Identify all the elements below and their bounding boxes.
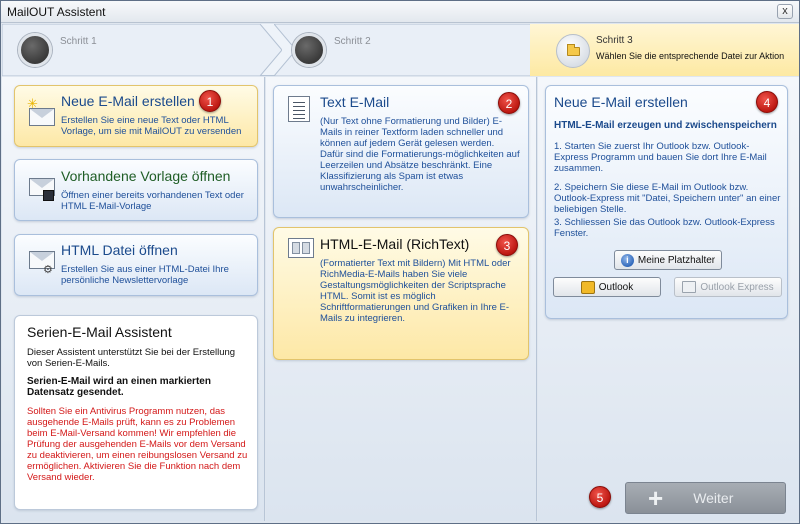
title-bar: MailOUT Assistent x	[1, 1, 799, 23]
badge-4: 4	[756, 91, 778, 113]
info-box: Serien-E-Mail Assistent Dieser Assistent…	[14, 315, 258, 510]
info-box-emphasis: Serien-E-Mail wird an einen markierten D…	[27, 376, 211, 398]
instructions-title: Neue E-Mail erstellen	[554, 94, 688, 110]
step-3-label: Schritt 3	[596, 35, 633, 46]
card-open-html[interactable]: ⚙ HTML Datei öffnen Erstellen Sie aus ei…	[14, 234, 258, 296]
instructions-step-2: 2. Speichern Sie diese E-Mail im Outlook…	[554, 182, 781, 215]
step-2: Schritt 2	[274, 24, 552, 76]
info-box-warning: Sollten Sie ein Antivirus Programm nutze…	[27, 406, 248, 483]
next-button-label: Weiter	[693, 490, 734, 506]
instructions-subtitle: HTML-E-Mail erzeugen und zwischenspeiche…	[554, 120, 777, 131]
folder-icon	[556, 34, 590, 68]
sparkle-icon: ✳	[27, 96, 38, 111]
instructions-step-1: 1. Starten Sie zuerst Ihr Outlook bzw. O…	[554, 141, 767, 174]
badge-3: 3	[496, 234, 518, 256]
step-2-circle-icon	[292, 33, 326, 67]
outlook-button-label: Outlook	[598, 281, 634, 293]
plus-icon: +	[648, 483, 664, 513]
info-box-text: Dieser Assistent unterstützt Sie bei der…	[27, 347, 236, 369]
info-box-title: Serien-E-Mail Assistent	[27, 324, 172, 340]
card-text-email-description: (Nur Text ohne Formatierung und Bilder) …	[320, 116, 520, 193]
card-html-email-title: HTML-E-Mail (RichText)	[320, 236, 470, 252]
step-3: Schritt 3 Wählen Sie die entsprechende D…	[530, 24, 799, 76]
badge-2: 2	[498, 92, 520, 114]
outlook-express-button[interactable]: Outlook Express	[674, 277, 782, 297]
placeholder-button[interactable]: i Meine Platzhalter	[614, 250, 722, 270]
badge-1: 1	[199, 90, 221, 112]
close-button[interactable]: x	[777, 4, 793, 19]
next-button[interactable]: + Weiter	[625, 482, 786, 514]
wizard-window: MailOUT Assistent x Schritt 1 Schritt 2 …	[0, 0, 800, 524]
placeholder-button-label: Meine Platzhalter	[637, 254, 716, 266]
outlook-icon	[580, 280, 595, 294]
card-html-email[interactable]: HTML-E-Mail (RichText) (Formatierter Tex…	[273, 227, 529, 360]
card-open-template[interactable]: Vorhandene Vorlage öffnen Öffnen einer b…	[14, 159, 258, 221]
card-open-template-description: Öffnen einer bereits vorhandenen Text od…	[61, 190, 244, 212]
card-html-email-description: (Formatierter Text mit Bildern) Mit HTML…	[320, 258, 511, 324]
card-text-email-title: Text E-Mail	[320, 94, 390, 110]
column-format: Text E-Mail (Nur Text ohne Formatierung …	[266, 77, 537, 521]
outlook-express-button-label: Outlook Express	[700, 281, 774, 293]
window-title: MailOUT Assistent	[7, 4, 106, 19]
step-1: Schritt 1	[2, 24, 282, 76]
html-document-icon	[288, 238, 314, 258]
card-text-email[interactable]: Text E-Mail (Nur Text ohne Formatierung …	[273, 85, 529, 218]
wizard-steps: Schritt 1 Schritt 2 Schritt 3 Wählen Sie…	[2, 24, 799, 76]
card-new-email-title: Neue E-Mail erstellen	[61, 93, 195, 109]
step-1-circle-icon	[18, 33, 52, 67]
card-open-template-title: Vorhandene Vorlage öffnen	[61, 168, 231, 184]
document-icon	[288, 96, 310, 122]
gear-icon: ⚙	[43, 264, 53, 276]
column-actions: ✳ Neue E-Mail erstellen Erstellen Sie ei…	[2, 77, 265, 521]
badge-5: 5	[589, 486, 611, 508]
card-open-html-title: HTML Datei öffnen	[61, 242, 178, 258]
instructions-panel: Neue E-Mail erstellen 4 HTML-E-Mail erze…	[545, 85, 788, 319]
outlook-button[interactable]: Outlook	[553, 277, 661, 297]
card-new-email-description: Erstellen Sie eine neue Text oder HTML V…	[61, 115, 242, 137]
step-3-description: Wählen Sie die entsprechende Datei zur A…	[596, 51, 785, 61]
instructions-step-3: 3. Schliessen Sie das Outlook bzw. Outlo…	[554, 217, 775, 239]
card-new-email[interactable]: ✳ Neue E-Mail erstellen Erstellen Sie ei…	[14, 85, 258, 147]
disk-icon	[43, 190, 54, 201]
column-instructions: Neue E-Mail erstellen 4 HTML-E-Mail erze…	[538, 77, 799, 521]
step-1-label: Schritt 1	[60, 36, 97, 47]
outlook-express-icon	[682, 281, 697, 293]
card-open-html-description: Erstellen Sie aus einer HTML-Datei Ihre …	[61, 264, 229, 286]
info-icon: i	[620, 253, 634, 267]
step-2-label: Schritt 2	[334, 36, 371, 47]
